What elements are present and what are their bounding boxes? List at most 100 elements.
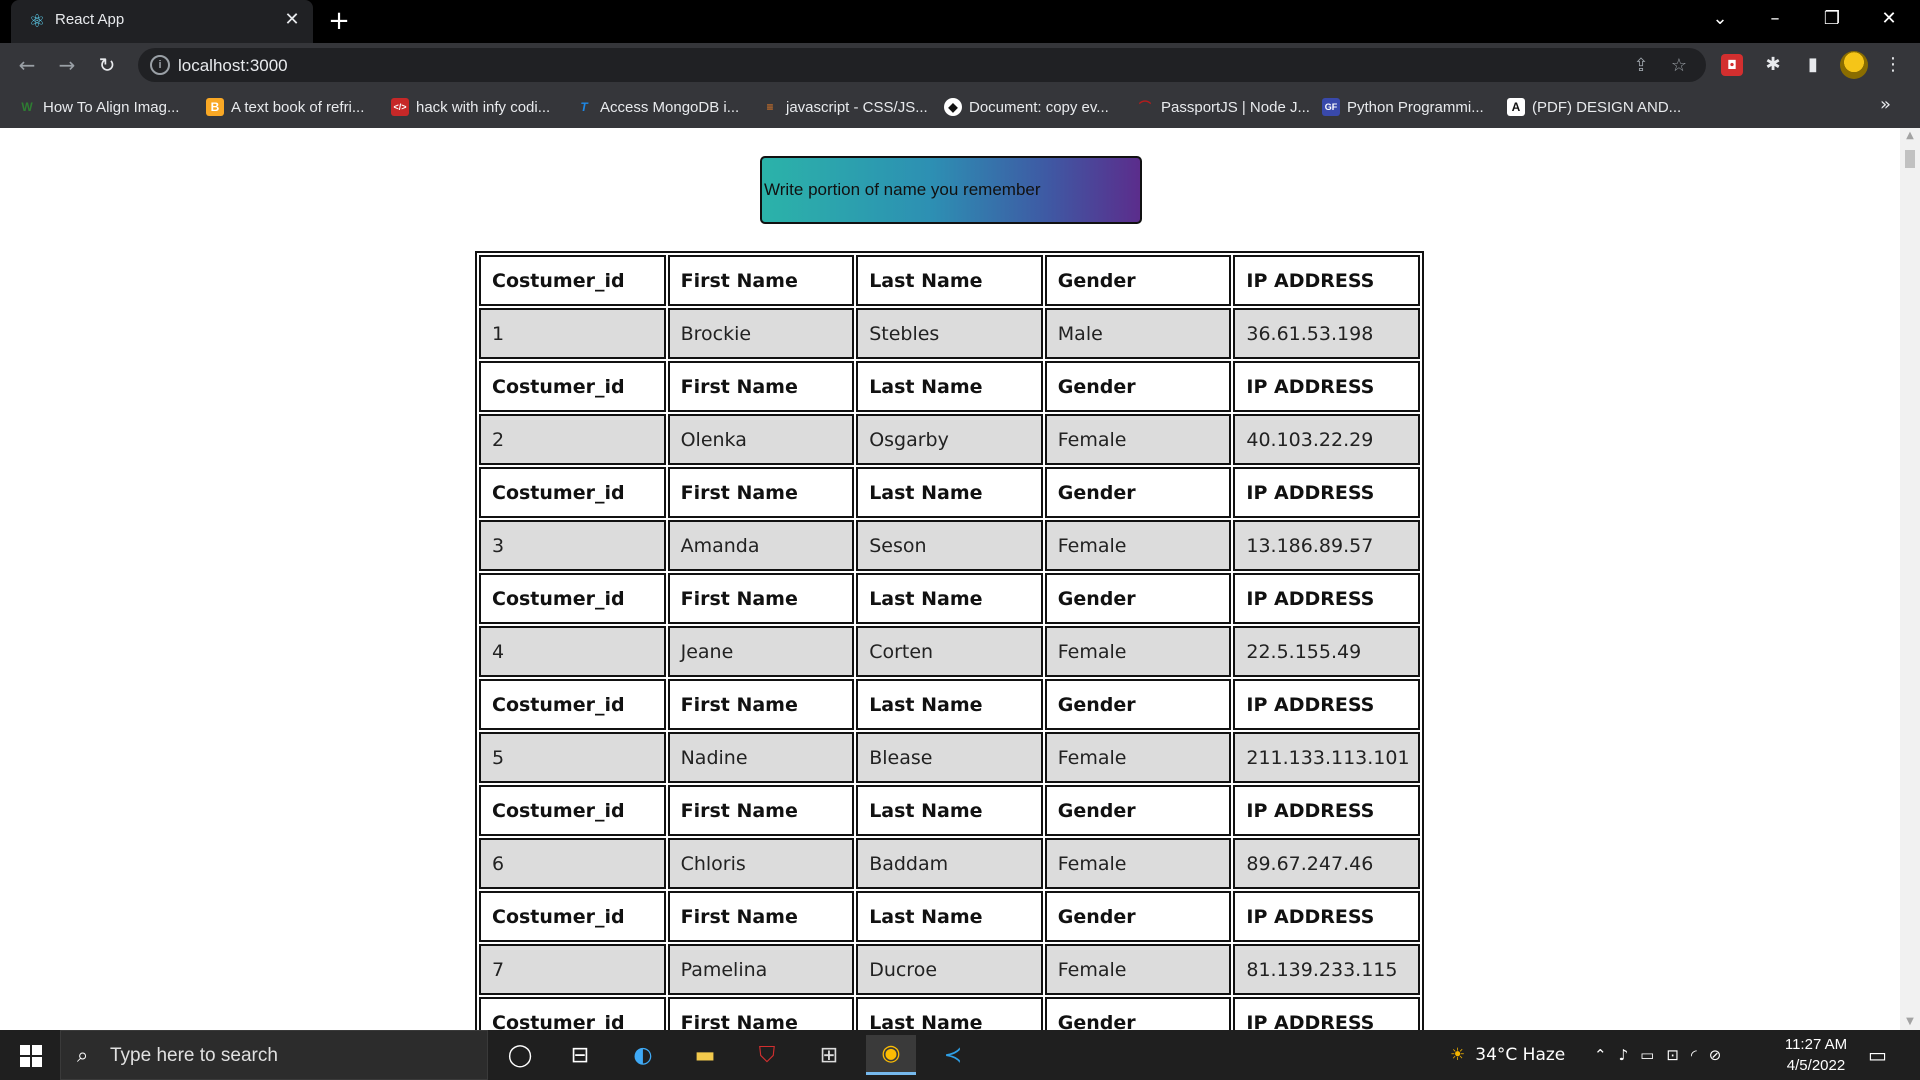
table-header-row: Costumer_id First Name Last Name Gender IP A… <box>479 785 1420 836</box>
bookmark-star-icon[interactable]: ☆ <box>1666 53 1692 79</box>
table-cell: Corten <box>856 626 1043 677</box>
restore-button[interactable]: ❐ <box>1812 4 1852 34</box>
column-header: First Name <box>667 361 855 412</box>
taskbar-search-placeholder: Type here to search <box>110 1045 278 1066</box>
react-icon: ⚛ <box>28 11 46 32</box>
column-header: Gender <box>1044 255 1232 306</box>
store-icon[interactable]: ⊞ <box>804 1035 854 1075</box>
wifi-icon[interactable]: ◜ <box>1691 1046 1697 1064</box>
table-row: 1 Brockie Stebles Male 36.61.53.198 <box>479 308 1420 359</box>
site-info-icon[interactable]: i <box>150 55 170 75</box>
bookmark-item[interactable]: T Access MongoDB i... <box>575 96 739 118</box>
search-input[interactable] <box>762 158 1140 222</box>
extensions-puzzle-icon[interactable]: ✱ <box>1760 52 1786 78</box>
table-cell: Amanda <box>667 520 855 571</box>
menu-dots-icon[interactable]: ⋮ <box>1880 52 1906 78</box>
table-cell: 22.5.155.49 <box>1233 626 1420 677</box>
column-header: Costumer_id <box>479 785 666 836</box>
bookmark-item[interactable]: A (PDF) DESIGN AND... <box>1507 96 1681 118</box>
table-row: 5 Nadine Blease Female 211.133.113.101 <box>479 732 1420 783</box>
vscode-icon[interactable]: ≺ <box>928 1035 978 1075</box>
bookmark-item[interactable]: ◆ Document: copy ev... <box>944 96 1109 118</box>
customer-table: Costumer_id First Name Last Name Gender IP A… <box>475 251 1424 1030</box>
tab-search-icon[interactable]: ⌄ <box>1700 4 1740 34</box>
table-cell: Seson <box>856 520 1043 571</box>
column-header: IP ADDRESS <box>1233 679 1420 730</box>
bookmarks-bar: W How To Align Imag... B A text book of … <box>0 86 1920 128</box>
battery-icon[interactable]: ▭ <box>1640 1046 1654 1064</box>
table-cell: 81.139.233.115 <box>1233 944 1420 995</box>
tab-react-app[interactable]: ⚛ React App ✕ <box>11 0 313 43</box>
chrome-icon[interactable]: ◉ <box>866 1035 916 1075</box>
forward-button[interactable]: → <box>51 49 83 81</box>
url-text: localhost:3000 <box>178 56 288 75</box>
back-button[interactable]: ← <box>11 49 43 81</box>
task-view-icon[interactable]: ⊟ <box>555 1035 605 1075</box>
scroll-thumb[interactable] <box>1905 150 1915 168</box>
bookmark-item[interactable]: W How To Align Imag... <box>18 96 179 118</box>
cortana-icon[interactable]: ◯ <box>495 1035 545 1075</box>
minimize-button[interactable]: – <box>1755 4 1795 34</box>
close-tab-icon[interactable]: ✕ <box>281 9 303 31</box>
page-scrollbar[interactable]: ▲ ▼ <box>1900 128 1920 1030</box>
stackoverflow-icon: ≡ <box>766 100 774 114</box>
weather-widget[interactable]: ☀ 34°C Haze <box>1450 1030 1565 1080</box>
bookmark-label: hack with infy codi... <box>416 98 551 116</box>
column-header: IP ADDRESS <box>1233 467 1420 518</box>
volume-icon[interactable]: ♪ <box>1619 1046 1629 1064</box>
share-icon[interactable]: ⇪ <box>1628 53 1654 79</box>
column-header: Costumer_id <box>479 891 666 942</box>
table-cell: 211.133.113.101 <box>1233 732 1420 783</box>
bookmark-label: Python Programmi... <box>1347 98 1484 116</box>
edge-icon[interactable]: ◐ <box>618 1035 668 1075</box>
bookmark-item[interactable]: GF Python Programmi... <box>1322 96 1484 118</box>
column-header: Gender <box>1044 679 1232 730</box>
bookmark-item[interactable]: B A text book of refri... <box>206 96 364 118</box>
new-tab-button[interactable]: + <box>324 6 354 36</box>
bookmark-item[interactable]: ≡ javascript - CSS/JS... <box>761 96 927 118</box>
column-header: Costumer_id <box>479 467 666 518</box>
file-explorer-icon[interactable]: ▬ <box>680 1035 730 1075</box>
extension-red-icon[interactable]: ◘ <box>1721 54 1743 76</box>
side-panel-icon[interactable]: ▮ <box>1800 52 1826 78</box>
column-header: Last Name <box>856 361 1043 412</box>
profile-avatar[interactable] <box>1840 51 1868 79</box>
device-icon[interactable]: ⊡ <box>1666 1046 1679 1064</box>
table-row: 6 Chloris Baddam Female 89.67.247.46 <box>479 838 1420 889</box>
column-header: Gender <box>1044 361 1232 412</box>
w-icon: W <box>21 100 33 114</box>
close-window-button[interactable]: ✕ <box>1869 4 1909 34</box>
table-cell: 7 <box>479 944 666 995</box>
mcafee-icon[interactable]: ⛉ <box>742 1035 792 1075</box>
column-header: IP ADDRESS <box>1233 255 1420 306</box>
table-header-row: Costumer_id First Name Last Name Gender IP A… <box>479 361 1420 412</box>
taskbar-search[interactable]: ⌕ Type here to search <box>60 1030 488 1080</box>
notifications-icon[interactable]: ▭ <box>1868 1030 1887 1080</box>
table-cell: 3 <box>479 520 666 571</box>
table-cell: Ducroe <box>856 944 1043 995</box>
network-icon[interactable]: ⊘ <box>1709 1046 1722 1064</box>
table-cell: Osgarby <box>856 414 1043 465</box>
column-header: First Name <box>667 785 855 836</box>
address-bar[interactable]: i localhost:3000 ⇪ ☆ <box>138 48 1706 82</box>
clock-time: 11:27 AM <box>1784 1036 1848 1053</box>
table-cell: Female <box>1044 944 1232 995</box>
table-cell: 36.61.53.198 <box>1233 308 1420 359</box>
windows-taskbar: ⌕ Type here to search ◯ ⊟ ◐ ▬ ⛉ ⊞ ◉ ≺ ☀ … <box>0 1030 1920 1080</box>
table-header-row: Costumer_id First Name Last Name Gender IP A… <box>479 255 1420 306</box>
column-header: Costumer_id <box>479 573 666 624</box>
browser-tab-bar: ⚛ React App ✕ + ⌄ – ❐ ✕ <box>0 0 1920 43</box>
more-bookmarks-icon[interactable]: » <box>1880 94 1891 115</box>
table-cell: Female <box>1044 414 1232 465</box>
bookmark-item[interactable]: ⌒ PassportJS | Node J... <box>1136 96 1310 118</box>
bookmark-item[interactable]: </> hack with infy codi... <box>391 96 550 118</box>
windows-start-button[interactable] <box>0 1030 60 1080</box>
taskbar-clock[interactable]: 11:27 AM 4/5/2022 <box>1766 1034 1866 1076</box>
bookmark-label: A text book of refri... <box>231 98 365 116</box>
column-header: First Name <box>667 255 855 306</box>
reload-button[interactable]: ↻ <box>91 49 123 81</box>
scroll-down-icon[interactable]: ▼ <box>1900 1014 1920 1030</box>
tray-chevron-icon[interactable]: ⌃ <box>1594 1046 1607 1064</box>
scroll-up-icon[interactable]: ▲ <box>1900 128 1920 144</box>
a-icon: A <box>1507 98 1525 116</box>
